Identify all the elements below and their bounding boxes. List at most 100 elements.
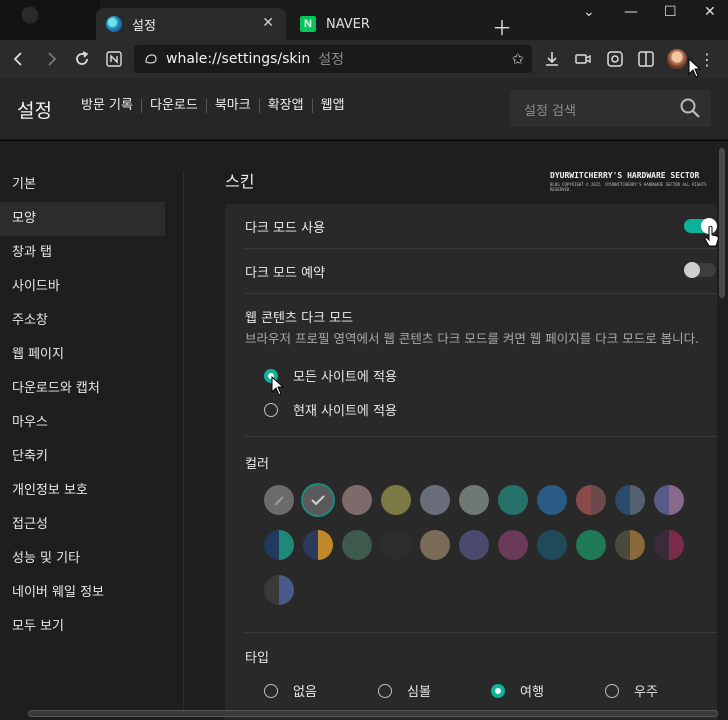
color-swatch[interactable] <box>654 485 684 515</box>
sidebar-item-shortcuts[interactable]: 단축키 <box>0 440 165 474</box>
sidebar: 기본 모양 창과 탭 사이드바 주소창 웹 페이지 다운로드와 캡처 마우스 단… <box>0 168 165 644</box>
sidebar-item-web-page[interactable]: 웹 페이지 <box>0 338 165 372</box>
radio-label: 모든 사이트에 적용 <box>293 370 397 385</box>
radio-label: 현재 사이트에 적용 <box>293 404 397 419</box>
radio-button[interactable] <box>605 683 619 698</box>
mouse-cursor-icon <box>271 376 285 396</box>
nav-webapps[interactable]: 웹앱 <box>313 99 353 113</box>
divider <box>245 248 717 249</box>
color-swatch[interactable] <box>381 485 411 515</box>
sidebar-item-accessibility[interactable]: 접근성 <box>0 508 165 542</box>
horizontal-scrollbar[interactable] <box>28 710 718 717</box>
color-swatch[interactable] <box>615 530 645 560</box>
sidebar-item-appearance[interactable]: 모양 <box>0 202 165 236</box>
color-swatch[interactable] <box>537 530 567 560</box>
radio-label: 우주 <box>634 685 658 700</box>
sidebar-item-performance[interactable]: 성능 및 기타 <box>0 542 165 576</box>
color-swatch[interactable] <box>537 485 567 515</box>
naver-home-icon[interactable] <box>104 49 124 69</box>
split-view-icon[interactable] <box>636 49 656 69</box>
sidebar-item-mouse[interactable]: 마우스 <box>0 406 165 440</box>
color-swatch[interactable] <box>342 485 372 515</box>
radio-button[interactable] <box>378 683 392 698</box>
sidebar-item-privacy[interactable]: 개인정보 보호 <box>0 474 165 508</box>
close-icon[interactable]: ✕ <box>262 15 274 31</box>
color-swatch[interactable] <box>654 530 684 560</box>
window-close-icon[interactable]: ✕ <box>704 4 716 20</box>
radio-button[interactable] <box>264 402 278 417</box>
tab-title: NAVER <box>326 16 370 32</box>
whale-icon <box>145 54 157 64</box>
color-swatch[interactable] <box>615 485 645 515</box>
radio-current-site[interactable]: 현재 사이트에 적용 <box>264 400 397 419</box>
sidebar-item-view-all[interactable]: 모두 보기 <box>0 610 165 644</box>
radio-label: 없음 <box>293 685 317 700</box>
search-placeholder: 설정 검색 <box>524 104 576 119</box>
sidebar-item-basic[interactable]: 기본 <box>0 168 165 202</box>
sidebar-item-downloads-capture[interactable]: 다운로드와 캡처 <box>0 372 165 406</box>
sidebar-item-windows-tabs[interactable]: 창과 탭 <box>0 236 165 270</box>
radio-type-symbol[interactable]: 심볼 <box>378 681 431 700</box>
header-nav: 방문 기록 다운로드 북마크 확장앱 웹앱 <box>81 99 353 113</box>
dark-mode-label: 다크 모드 사용 <box>245 221 326 236</box>
maximize-icon[interactable]: ☐ <box>664 4 677 20</box>
divider <box>245 436 717 437</box>
search-icon[interactable] <box>679 97 701 119</box>
nav-history[interactable]: 방문 기록 <box>81 99 142 113</box>
sidebar-item-about[interactable]: 네이버 웨일 정보 <box>0 576 165 610</box>
color-swatch[interactable] <box>498 485 528 515</box>
forward-icon[interactable] <box>41 49 61 69</box>
dark-mode-schedule-toggle[interactable] <box>684 262 716 278</box>
vertical-scrollbar[interactable] <box>719 148 725 298</box>
minimize-icon[interactable]: — <box>624 4 638 20</box>
back-icon[interactable] <box>9 49 29 69</box>
eyedropper-icon <box>274 496 284 506</box>
color-swatch[interactable] <box>342 530 372 560</box>
color-swatch[interactable] <box>576 485 606 515</box>
tab-settings[interactable]: 설정 ✕ <box>96 8 286 40</box>
radio-label: 심볼 <box>407 685 431 700</box>
nav-downloads[interactable]: 다운로드 <box>142 99 207 113</box>
dark-mode-schedule-label: 다크 모드 예약 <box>245 266 326 281</box>
divider <box>245 293 717 294</box>
download-icon[interactable] <box>542 49 562 69</box>
address-bar[interactable]: whale://settings/skin 설정 ✩ <box>134 45 532 73</box>
nav-extensions[interactable]: 확장앱 <box>260 99 313 113</box>
watermark-line2: BLOG COPYRIGHT © 2015. DYURWITCHERRY'S H… <box>550 182 707 192</box>
color-swatch[interactable] <box>303 485 333 515</box>
color-swatch[interactable] <box>264 485 294 515</box>
color-swatch[interactable] <box>420 530 450 560</box>
color-swatch[interactable] <box>459 485 489 515</box>
hand-cursor-icon <box>704 226 719 247</box>
color-swatch[interactable] <box>576 530 606 560</box>
color-swatch[interactable] <box>420 485 450 515</box>
tab-naver[interactable]: N NAVER <box>292 8 482 40</box>
color-swatch[interactable] <box>264 575 294 605</box>
bookmark-star-icon[interactable]: ✩ <box>511 50 524 68</box>
divider <box>245 632 717 633</box>
settings-search-input[interactable]: 설정 검색 <box>510 90 711 127</box>
radio-button[interactable] <box>264 683 278 698</box>
sidebar-item-address-bar[interactable]: 주소창 <box>0 304 165 338</box>
radio-type-space[interactable]: 우주 <box>605 681 658 700</box>
reload-icon[interactable] <box>72 49 92 69</box>
sidebar-item-sidebar[interactable]: 사이드바 <box>0 270 165 304</box>
new-tab-icon[interactable]: ＋ <box>492 12 512 41</box>
color-swatch[interactable] <box>381 530 411 560</box>
color-swatch[interactable] <box>498 530 528 560</box>
color-swatch[interactable] <box>459 530 489 560</box>
capture-icon[interactable] <box>605 49 625 69</box>
radio-type-travel[interactable]: 여행 <box>491 681 544 700</box>
title-bar: 설정 ✕ N NAVER ＋ ⌄ — ☐ ✕ <box>0 0 728 40</box>
color-swatch[interactable] <box>264 530 294 560</box>
color-swatch[interactable] <box>303 530 333 560</box>
chevron-down-icon[interactable]: ⌄ <box>583 4 595 20</box>
radio-button-selected[interactable] <box>491 683 505 698</box>
nav-bookmarks[interactable]: 북마크 <box>207 99 260 113</box>
avatar[interactable] <box>667 49 687 69</box>
color-label: 컬러 <box>245 457 269 472</box>
radio-type-none[interactable]: 없음 <box>264 681 317 700</box>
watermark: DYURWITCHERRY'S HARDWARE SECTOR BLOG COP… <box>550 171 728 192</box>
naver-icon: N <box>300 16 316 32</box>
video-icon[interactable] <box>573 49 593 69</box>
